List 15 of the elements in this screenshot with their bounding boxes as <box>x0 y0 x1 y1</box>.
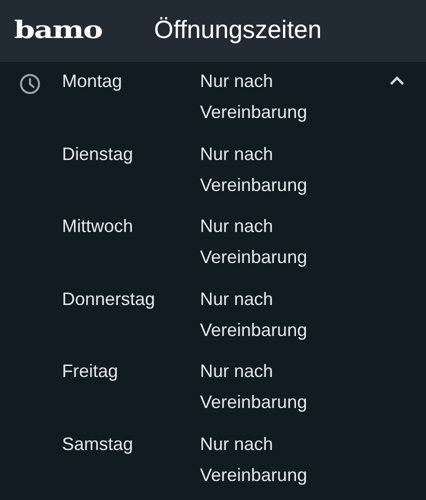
day-label: Freitag <box>62 360 120 383</box>
opening-hours: Nur nach Vereinbarung <box>200 360 308 414</box>
day-label: Samstag <box>62 432 134 456</box>
page-title: Öffnungszeiten <box>154 15 322 46</box>
day-label: Donnerstag <box>62 288 156 311</box>
opening-hours: Nur nach Vereinbarung <box>200 432 308 487</box>
day-label: Montag <box>62 70 124 93</box>
opening-hours: Nur nach Vereinbarung <box>200 70 308 124</box>
day-label: Mittwoch <box>62 215 134 238</box>
opening-hours: Nur nach Vereinbarung <box>200 142 308 197</box>
day-label: Dienstag <box>62 142 134 166</box>
logo: bamo <box>14 19 104 43</box>
clock-icon <box>18 72 42 96</box>
opening-hours: Nur nach Vereinbarung <box>200 215 308 269</box>
opening-hours: Nur nach Vereinbarung <box>200 288 308 342</box>
